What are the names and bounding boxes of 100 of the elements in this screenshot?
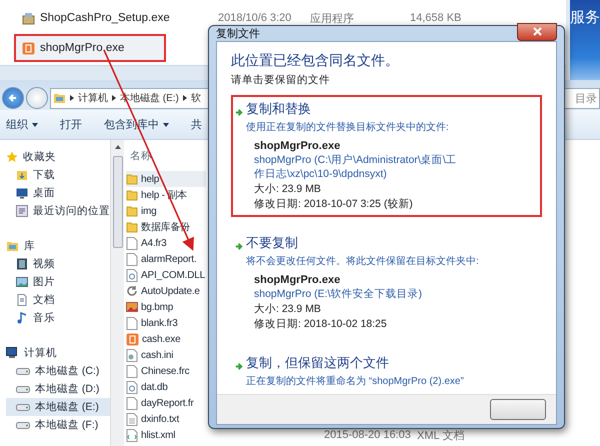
drive-icon xyxy=(16,421,30,429)
instruction-text: 请单击要保留的文件 xyxy=(231,73,331,87)
nav-item[interactable]: 本地磁盘 (F:) xyxy=(6,416,110,434)
file-row[interactable]: hlist.xml xyxy=(126,427,206,443)
file-size: 大小: 23.9 MB xyxy=(254,182,322,196)
option-description: 将不会更改任何文件。将此文件保留在目标文件夹中: xyxy=(246,254,479,268)
size-cell-text: 14,658 KB xyxy=(410,12,462,24)
file-icon xyxy=(126,364,138,378)
toolbar-button[interactable]: 共 xyxy=(191,117,202,132)
nav-item[interactable]: 库 xyxy=(6,237,110,255)
toolbar-button[interactable]: 打开 xyxy=(60,117,82,132)
dialog-button[interactable] xyxy=(490,399,546,420)
close-icon xyxy=(532,27,542,36)
library-icon xyxy=(53,92,66,104)
image-file-icon xyxy=(126,301,138,313)
modified-date: 修改日期: 2018-10-02 18:25 xyxy=(254,317,388,331)
file-row[interactable]: Chinese.frc xyxy=(126,363,206,379)
file-row[interactable]: alarmReport. xyxy=(126,251,206,267)
star-icon xyxy=(6,151,18,163)
nav-item[interactable]: 计算机 xyxy=(6,344,110,362)
recent-places-icon xyxy=(16,205,28,217)
folder-icon xyxy=(126,205,138,217)
folder-icon xyxy=(126,173,138,185)
copy-option[interactable]: 不要复制 将不会更改任何文件。将此文件保留在目标文件夹中: shopMgrPro.exe shopMgrPro (E:\软件安全下载目录) 大小: 23.9 MB 修改日期: 2018-10-02 18:25 xyxy=(231,229,542,337)
text-file-icon xyxy=(126,412,138,426)
file-name: ShopCashPro_Setup.exe xyxy=(40,12,170,24)
date-cell-text: 2018/10/6 3:20 xyxy=(218,12,292,24)
file-row[interactable]: blank.fr3 xyxy=(126,315,206,331)
file-name: shopMgrPro.exe xyxy=(40,42,124,54)
option-description: 正在复制的文件将重命名为 “shopMgrPro (2).exe” xyxy=(246,374,464,388)
file-path: shopMgrPro (E:\软件安全下载目录) xyxy=(254,287,423,301)
nav-item[interactable]: 文档 xyxy=(6,291,110,309)
nav-item[interactable]: 本地磁盘 (C:) xyxy=(6,362,110,380)
document-icon xyxy=(16,294,28,306)
option-title: 复制和替换 xyxy=(246,100,312,118)
file-row[interactable]: cash.ini xyxy=(126,347,206,363)
breadcrumb-item[interactable]: 计算机 xyxy=(78,91,108,105)
option-description: 使用正在复制的文件替换目标文件夹中的文件: xyxy=(246,120,450,134)
forward-button[interactable] xyxy=(26,87,48,109)
copy-option[interactable]: 复制，但保留这两个文件 正在复制的文件将重命名为 “shopMgrPro (2).exe” xyxy=(231,349,542,394)
option-title: 复制，但保留这两个文件 xyxy=(246,354,390,372)
arrow-icon xyxy=(235,362,244,371)
nav-item[interactable]: 收藏夹 xyxy=(6,148,110,166)
drive-icon xyxy=(16,403,30,411)
refresh-icon xyxy=(126,285,138,297)
file-icon xyxy=(126,316,138,330)
file-icon xyxy=(126,236,138,250)
type-cell-text: XML 文档 xyxy=(417,428,466,442)
gear-file-icon xyxy=(126,268,138,282)
app-icon xyxy=(22,42,35,54)
back-button[interactable] xyxy=(2,87,24,109)
date-cell-text: 2015-08-20 16:03 xyxy=(324,429,412,441)
back-arrow-icon xyxy=(8,93,18,103)
scrollbar[interactable] xyxy=(110,140,124,446)
file-row[interactable]: bg.bmp xyxy=(126,299,206,315)
file-row[interactable]: API_COM.DLL xyxy=(126,267,206,283)
nav-item[interactable]: 最近访问的位置 xyxy=(6,202,110,220)
file-row[interactable]: img xyxy=(126,203,206,219)
file-row[interactable]: cash.exe xyxy=(126,331,206,347)
file-row[interactable]: shopMgrPro.exe xyxy=(14,34,166,62)
film-icon xyxy=(16,258,28,270)
library-icon xyxy=(6,240,19,252)
breadcrumb-item[interactable]: 软 xyxy=(190,91,201,105)
close-button[interactable] xyxy=(517,22,557,40)
chevron-icon xyxy=(69,95,75,101)
nav-item[interactable]: 桌面 xyxy=(6,184,110,202)
toolbar-button[interactable]: 组织 xyxy=(6,117,38,132)
scroll-up-icon xyxy=(114,144,120,150)
xml-file-icon xyxy=(126,428,138,442)
arrow-icon xyxy=(235,108,244,117)
type-cell-text: 应用程序 xyxy=(310,12,355,26)
scroll-thumb[interactable] xyxy=(112,156,122,248)
nav-item[interactable]: 音乐 xyxy=(6,309,110,327)
gear-file-icon xyxy=(126,380,138,394)
nav-item[interactable]: 图片 xyxy=(6,273,110,291)
modified-date: 修改日期: 2018-10-07 3:25 (较新) xyxy=(254,197,414,211)
dialog-heading: 此位置已经包含同名文件。 xyxy=(231,52,400,70)
computer-icon xyxy=(6,347,19,359)
file-row[interactable]: dat.db xyxy=(126,379,206,395)
copy-option[interactable]: 复制和替换 使用正在复制的文件替换目标文件夹中的文件: shopMgrPro.exe shopMgrPro (C:\用户\Administrator\桌面\工作日志\xz\pc\10-9\dpdnsyxt) 大小: 23.9 MB 修改日期: 2018-10-07 3:25 (较新) xyxy=(231,95,542,217)
file-icon xyxy=(126,396,138,410)
nav-item[interactable]: 本地磁盘 (D:) xyxy=(6,380,110,398)
nav-item[interactable]: 下载 xyxy=(6,166,110,184)
file-row[interactable]: dayReport.fr xyxy=(126,395,206,411)
file-row[interactable]: help xyxy=(126,171,206,187)
monitor-icon xyxy=(16,187,28,199)
toolbar-button[interactable]: 包含到库中 xyxy=(104,117,169,132)
drive-icon xyxy=(16,385,30,393)
file-icon xyxy=(126,252,138,266)
folder-icon xyxy=(126,189,138,201)
music-note-icon xyxy=(16,312,28,324)
dialog-title: 复制文件 xyxy=(216,26,260,41)
settings-file-icon xyxy=(126,348,138,362)
nav-item[interactable]: 本地磁盘 (E:) xyxy=(6,398,110,416)
file-row[interactable]: AutoUpdate.e xyxy=(126,283,206,299)
file-row[interactable]: dxinfo.txt xyxy=(126,411,206,427)
nav-item[interactable]: 视频 xyxy=(6,255,110,273)
drive-icon xyxy=(16,367,30,375)
file-row[interactable]: A4.fr3 xyxy=(126,235,206,251)
option-title: 不要复制 xyxy=(246,234,299,252)
